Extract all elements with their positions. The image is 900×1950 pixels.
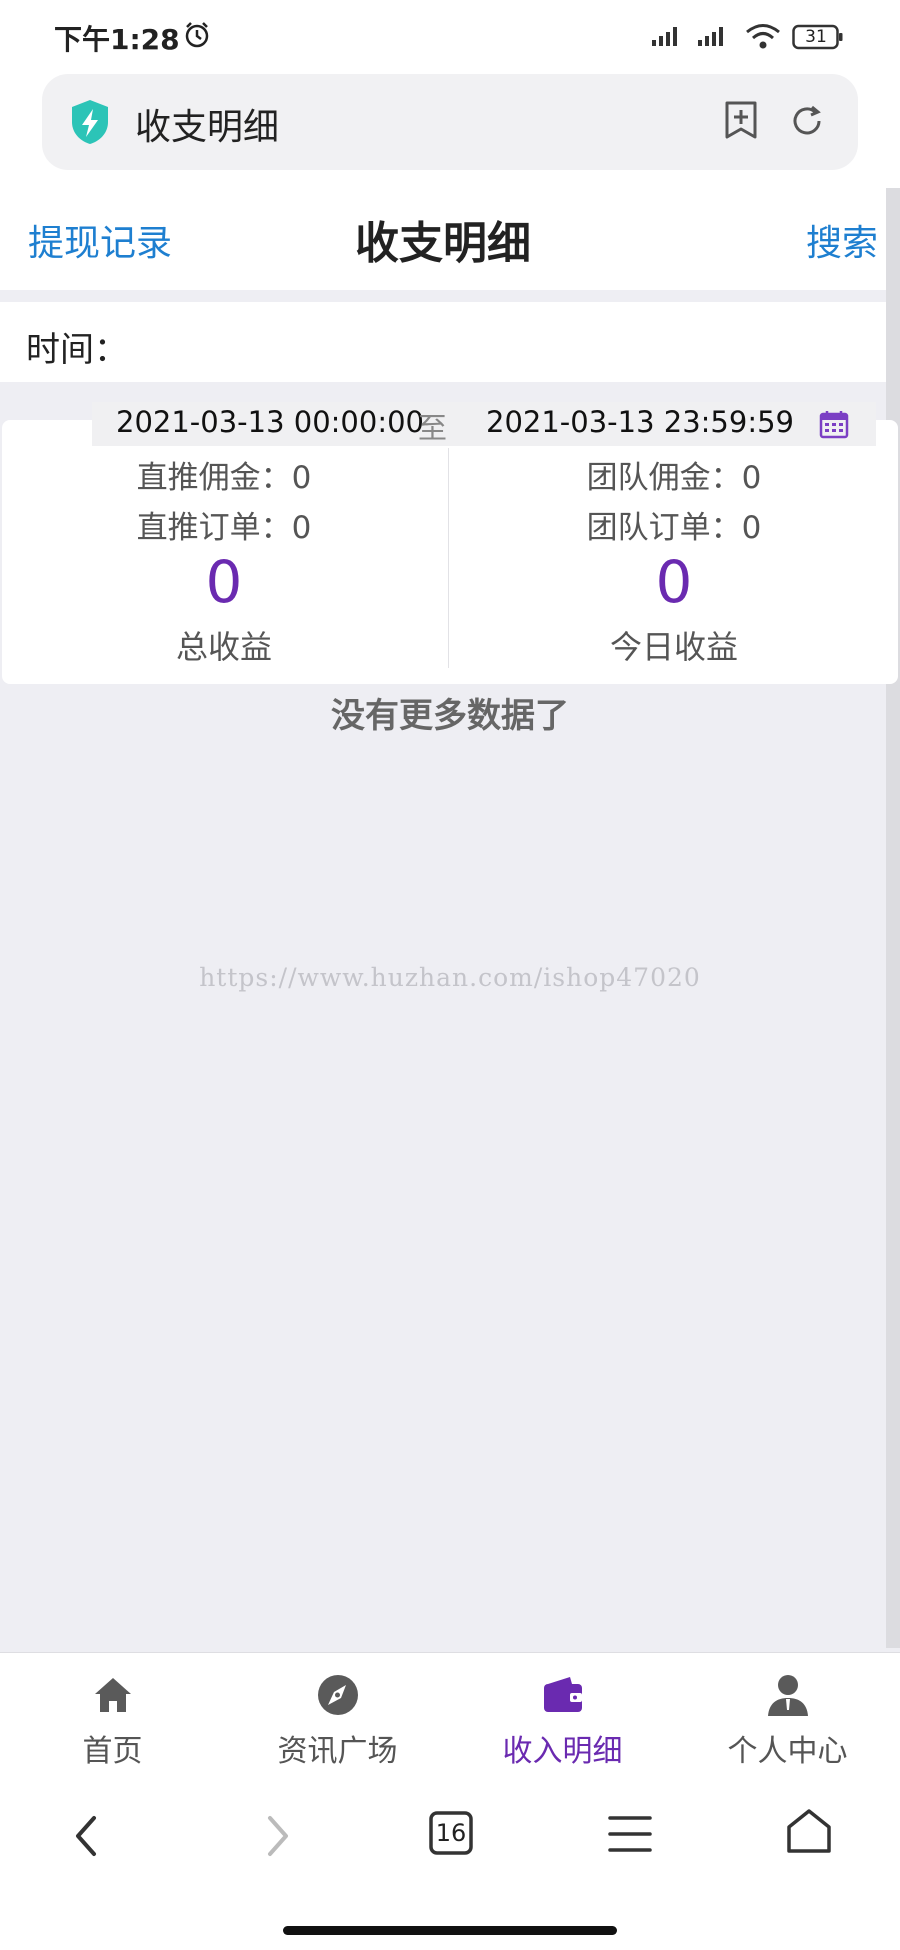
time-label: 时间： (26, 330, 128, 370)
calendar-icon[interactable] (818, 408, 850, 440)
total-earnings-value: 0 (205, 548, 243, 616)
address-title[interactable]: 收支明细 (135, 98, 279, 150)
direct-orders: 直推订单：0 (136, 510, 312, 546)
browser-nav-bar (0, 1776, 900, 1950)
date-separator: 至 (418, 411, 448, 445)
home-icon (95, 1678, 131, 1712)
compass-icon (318, 1675, 358, 1715)
time-filter-row (0, 302, 886, 382)
tab-income[interactable]: 收入明细 (450, 1652, 675, 1776)
signal-icon (698, 27, 723, 46)
home-indicator[interactable] (283, 1926, 617, 1935)
card-divider (448, 448, 449, 668)
today-earnings-label: 今日收益 (609, 628, 738, 666)
total-earnings-label: 总收益 (175, 628, 272, 666)
status-time: 下午1:28 (54, 23, 180, 56)
team-orders: 团队订单：0 (586, 510, 762, 546)
bookmark-add-icon[interactable] (722, 100, 760, 140)
watermark: https://www.huzhan.com/ishop47020 (199, 963, 701, 992)
team-commission: 团队佣金：0 (586, 460, 762, 496)
alarm-icon (185, 22, 209, 48)
today-earnings-value: 0 (655, 548, 693, 616)
signal-icon (652, 27, 677, 46)
tab-label: 个人中心 (727, 1734, 848, 1769)
page-title: 收支明细 (355, 218, 531, 269)
tab-count: 16 (435, 1819, 467, 1847)
scroll-edge (886, 188, 900, 1648)
no-more-data: 没有更多数据了 (331, 696, 569, 736)
wifi-icon (746, 24, 780, 49)
tab-label: 收入明细 (502, 1734, 623, 1769)
forward-icon[interactable] (254, 1808, 298, 1864)
tab-label: 资讯广场 (277, 1734, 398, 1769)
battery-level: 31 (805, 27, 827, 47)
tab-home[interactable]: 首页 (0, 1652, 225, 1776)
end-date[interactable]: 2021-03-13 23:59:59 (486, 405, 794, 439)
search-link[interactable]: 搜索 (806, 214, 878, 266)
user-icon (768, 1675, 808, 1716)
tab-label: 首页 (82, 1734, 143, 1769)
browser-home-icon[interactable] (784, 1806, 834, 1856)
tab-news[interactable]: 资讯广场 (225, 1652, 450, 1776)
tab-profile[interactable]: 个人中心 (675, 1652, 900, 1776)
wallet-icon (544, 1677, 582, 1712)
direct-commission: 直推佣金：0 (136, 460, 312, 496)
battery-icon: 31 (792, 24, 844, 50)
shield-icon (72, 100, 108, 144)
refresh-icon[interactable] (788, 102, 826, 140)
back-icon[interactable] (66, 1808, 110, 1864)
menu-icon[interactable] (606, 1812, 654, 1856)
start-date[interactable]: 2021-03-13 00:00:00 (116, 405, 424, 439)
